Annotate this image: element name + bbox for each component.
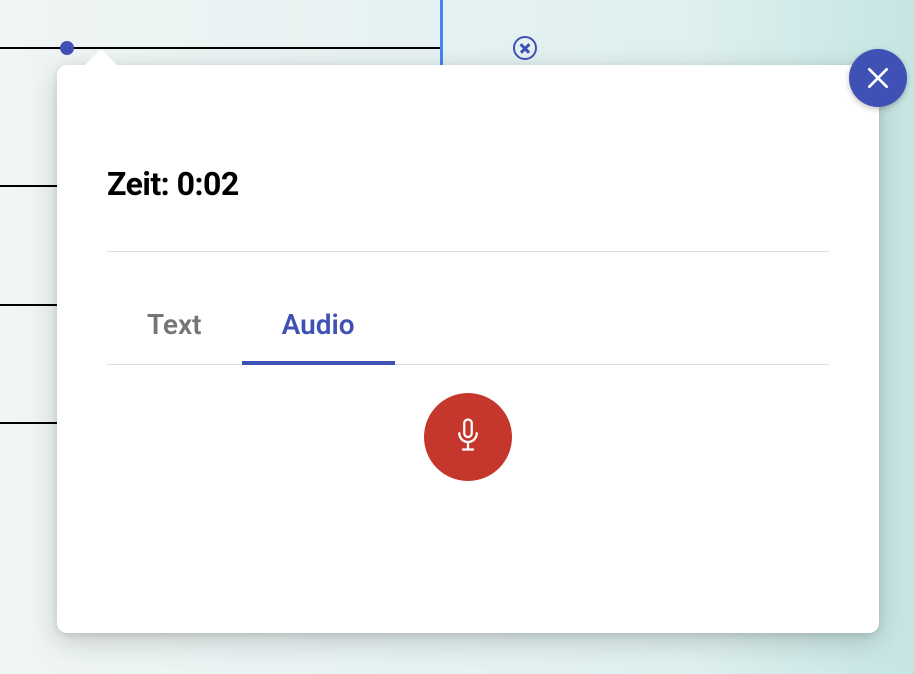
microphone-icon xyxy=(453,418,483,456)
grid-line xyxy=(0,185,60,187)
marker-dot[interactable] xyxy=(60,41,74,55)
tab-audio[interactable]: Audio xyxy=(242,308,395,365)
tab-text[interactable]: Text xyxy=(107,308,242,365)
grid-line xyxy=(0,304,60,306)
close-button[interactable] xyxy=(849,49,907,107)
time-title: Zeit: 0:02 xyxy=(107,165,829,203)
divider xyxy=(107,251,829,252)
record-button[interactable] xyxy=(424,393,512,481)
grid-line xyxy=(0,422,60,424)
close-icon xyxy=(865,65,891,91)
tab-content-audio xyxy=(107,365,829,481)
title-prefix: Zeit: xyxy=(107,165,177,203)
tab-bar: Text Audio xyxy=(107,308,829,365)
playhead-line xyxy=(440,0,443,65)
popover-body: Zeit: 0:02 Text Audio xyxy=(57,65,879,481)
cancel-circle-icon[interactable] xyxy=(513,36,537,60)
grid-line xyxy=(0,47,440,49)
title-time: 0:02 xyxy=(177,165,239,203)
annotation-popover: Zeit: 0:02 Text Audio xyxy=(57,65,879,633)
popover-arrow xyxy=(83,49,119,67)
